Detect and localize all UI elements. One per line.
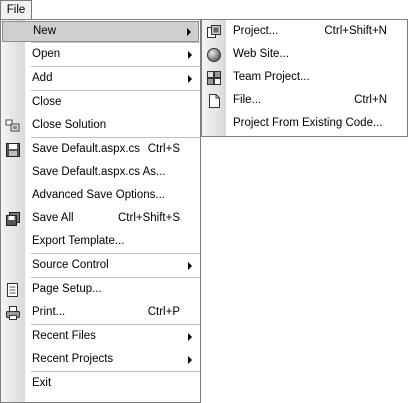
menu-item-close[interactable]: Close (1, 91, 200, 114)
shortcut-text: Ctrl+N (354, 94, 387, 106)
menu-item-label: Recent Projects (32, 353, 114, 365)
menu-item-label: Save Default.aspx.cs (32, 143, 141, 155)
menu-item-label: Close (32, 96, 62, 108)
menu-item-label: New (33, 25, 57, 37)
menu-item-add[interactable]: Add (1, 67, 200, 90)
menu-item-label: Project... (233, 25, 279, 37)
menu-item-label: Web Site... (233, 48, 290, 60)
menu-item-label: File... (233, 94, 262, 106)
menu-item-open[interactable]: Open (1, 43, 200, 66)
menu-item-export-template[interactable]: Export Template... (1, 230, 200, 253)
menu-item-label: Recent Files (32, 330, 96, 342)
new-submenu: Project... Ctrl+Shift+N Web Site... Team… (201, 19, 408, 137)
floppy-disk-icon (5, 142, 21, 158)
shortcut-text: Ctrl+Shift+S (118, 212, 180, 224)
printer-icon (5, 305, 21, 321)
save-all-icon (5, 211, 21, 227)
menu-item-label: Save All (32, 212, 74, 224)
submenu-arrow-icon (188, 333, 192, 341)
file-menu: New Open Add Close Close Solution Save D… (0, 19, 201, 403)
menu-item-page-setup[interactable]: Page Setup... (1, 278, 200, 301)
menu-item-save-file[interactable]: Save Default.aspx.cs Ctrl+S (1, 138, 200, 161)
menu-item-print[interactable]: Print... Ctrl+P (1, 301, 200, 324)
menu-item-label: Open (32, 48, 61, 60)
globe-icon (206, 47, 222, 63)
menu-item-new-project[interactable]: Project... Ctrl+Shift+N (202, 20, 407, 43)
menu-item-label: Add (32, 72, 53, 84)
page-setup-icon (5, 282, 21, 298)
file-menu-title[interactable]: File (0, 0, 32, 19)
menu-item-label: Save Default.aspx.cs As... (32, 166, 166, 178)
menu-item-label: Print... (32, 306, 66, 318)
menu-item-advanced-save[interactable]: Advanced Save Options... (1, 184, 200, 207)
new-project-icon (206, 24, 222, 40)
submenu-arrow-icon (188, 356, 192, 364)
shortcut-text: Ctrl+Shift+N (324, 25, 387, 37)
menu-item-save-file-as[interactable]: Save Default.aspx.cs As... (1, 161, 200, 184)
menu-item-label: Close Solution (32, 119, 107, 131)
menu-item-close-solution[interactable]: Close Solution (1, 114, 200, 137)
file-menu-title-label: File (6, 4, 26, 16)
menu-item-new-web-site[interactable]: Web Site... (202, 43, 407, 66)
menu-item-label: Exit (32, 377, 52, 389)
submenu-arrow-icon (188, 262, 192, 270)
menu-item-save-all[interactable]: Save All Ctrl+Shift+S (1, 207, 200, 230)
menu-item-recent-projects[interactable]: Recent Projects (1, 348, 200, 371)
menu-item-recent-files[interactable]: Recent Files (1, 325, 200, 348)
submenu-arrow-icon (188, 51, 192, 59)
menu-item-new[interactable]: New (2, 21, 199, 42)
team-project-icon (206, 70, 222, 86)
menu-item-label: Source Control (32, 259, 109, 271)
shortcut-text: Ctrl+S (147, 143, 180, 155)
close-solution-icon (5, 118, 21, 134)
menu-item-new-file[interactable]: File... Ctrl+N (202, 89, 407, 112)
menu-item-project-from-existing-code[interactable]: Project From Existing Code... (202, 112, 407, 135)
menu-item-label: Project From Existing Code... (233, 117, 383, 129)
submenu-arrow-icon (188, 75, 192, 83)
new-file-icon (206, 93, 222, 109)
shortcut-text: Ctrl+P (147, 306, 180, 318)
menu-item-new-team-project[interactable]: Team Project... (202, 66, 407, 89)
submenu-arrow-icon (187, 28, 191, 36)
screen: File New Open Add Close Close Solution S… (0, 0, 408, 403)
menu-item-label: Export Template... (32, 235, 125, 247)
menu-item-label: Page Setup... (32, 283, 102, 295)
menu-item-label: Advanced Save Options... (32, 189, 165, 201)
menu-item-exit[interactable]: Exit (1, 372, 200, 395)
menu-item-source-control[interactable]: Source Control (1, 254, 200, 277)
menu-item-label: Team Project... (233, 71, 310, 83)
